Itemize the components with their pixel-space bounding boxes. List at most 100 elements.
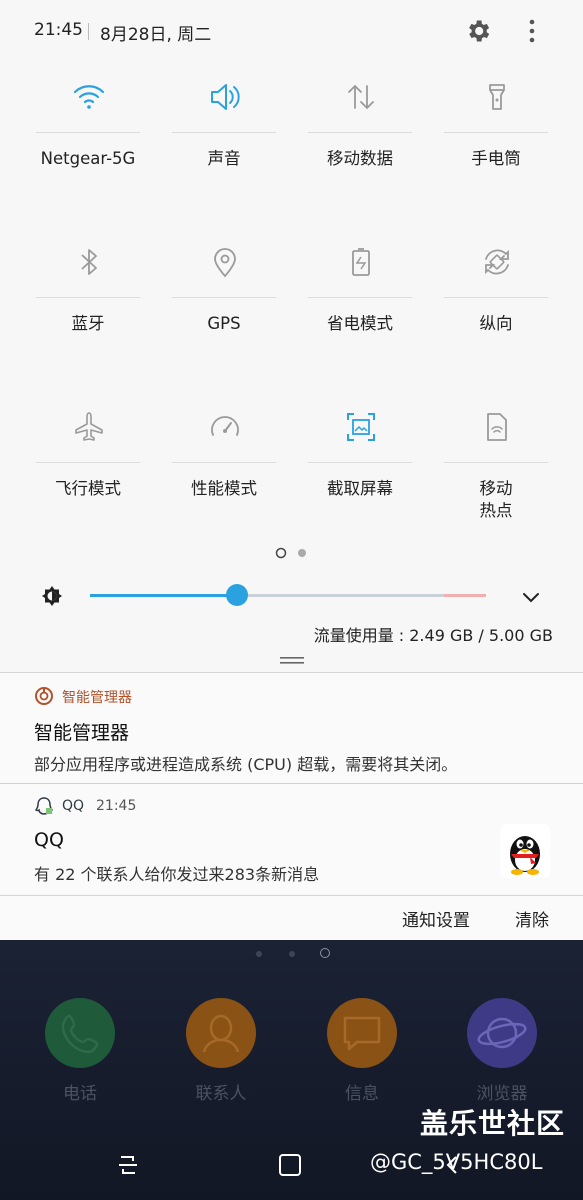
tile-divider <box>444 297 548 298</box>
notification-qq[interactable]: QQ 21:45 QQ 有 22 个联系人给你发过来283条新消息 <box>0 784 583 894</box>
gps-icon <box>214 248 236 278</box>
home-page-dot <box>256 951 262 957</box>
tile-divider <box>36 132 140 133</box>
tile-label: 截取屏幕 <box>327 479 393 498</box>
tile-divider <box>172 132 276 133</box>
tile-divider <box>172 462 276 463</box>
brightness-slider-track[interactable] <box>90 594 486 597</box>
drag-handle[interactable] <box>280 657 304 664</box>
brightness-slider-fill <box>90 594 237 597</box>
hotspot-icon <box>487 413 507 441</box>
power-saving-icon <box>352 248 370 276</box>
notification-app-name: QQ <box>62 798 85 814</box>
tile-wifi[interactable]: Netgear-5G <box>36 80 140 230</box>
notification-settings-button[interactable]: 通知设置 <box>402 906 470 931</box>
tile-screenshot[interactable]: 截取屏幕 <box>308 410 412 560</box>
app-label: 信息 <box>345 1084 379 1104</box>
recent-apps-icon[interactable] <box>115 1152 141 1178</box>
brightness-slider-warning-zone <box>444 594 486 597</box>
notification-shade: 21:45 8月28日, 周二 Netgear-5G 声音 移动数据 手电筒 蓝… <box>0 0 583 940</box>
watermark-title: 盖乐世社区 <box>420 1107 566 1140</box>
airplane-icon <box>75 412 103 441</box>
home-button-icon[interactable] <box>277 1152 303 1178</box>
wifi-icon <box>73 85 105 109</box>
home-page-dot-active <box>320 948 330 958</box>
brightness-slider-knob[interactable] <box>226 584 248 606</box>
performance-icon <box>211 416 239 436</box>
screenshot-icon <box>347 413 375 441</box>
gear-icon[interactable] <box>464 17 492 45</box>
tile-divider <box>308 132 412 133</box>
messages-icon <box>343 1016 381 1051</box>
tile-divider <box>172 297 276 298</box>
notification-title: QQ <box>34 829 64 851</box>
data-usage-text: 流量使用量 : 2.49 GB / 5.00 GB <box>313 626 553 645</box>
status-date[interactable]: 8月28日, 周二 <box>100 20 211 45</box>
chevron-down-icon[interactable] <box>520 586 542 608</box>
contacts-icon <box>202 1014 240 1053</box>
planet-icon <box>477 1017 527 1049</box>
tile-divider <box>36 462 140 463</box>
tile-label: 飞行模式 <box>55 479 121 498</box>
tile-divider <box>444 462 548 463</box>
tile-label: 手电筒 <box>471 149 521 168</box>
mobile-data-icon <box>348 84 374 110</box>
tile-hotspot[interactable]: 移动 热点 <box>444 410 548 560</box>
smart-manager-icon <box>35 687 53 705</box>
app-label: 电话 <box>63 1084 97 1104</box>
tile-label: GPS <box>207 314 241 333</box>
sound-icon <box>211 84 240 110</box>
qq-penguin-icon <box>500 824 550 878</box>
status-bar: 21:45 8月28日, 周二 <box>0 0 583 62</box>
status-divider <box>88 23 89 40</box>
tile-flashlight[interactable]: 手电筒 <box>444 80 548 230</box>
notification-text: 有 22 个联系人给你发过来283条新消息 <box>34 865 320 884</box>
watermark-handle: @GC_5V5HC80L <box>370 1150 543 1174</box>
bluetooth-icon <box>81 249 97 275</box>
status-time: 21:45 <box>34 20 83 40</box>
tile-divider <box>444 132 548 133</box>
tile-label: 移动 热点 <box>479 479 513 520</box>
tile-rotation[interactable]: 纵向 <box>444 245 548 395</box>
notification-smart-manager[interactable]: 智能管理器 智能管理器 部分应用程序或进程造成系统 (CPU) 超载，需要将其关… <box>0 673 583 783</box>
flashlight-icon <box>489 84 505 110</box>
browser-app-icon[interactable] <box>467 998 537 1068</box>
clear-button[interactable]: 清除 <box>515 906 549 931</box>
notification-title: 智能管理器 <box>34 722 130 744</box>
contacts-app-icon[interactable] <box>186 998 256 1068</box>
phone-app-icon[interactable] <box>45 998 115 1068</box>
app-label: 浏览器 <box>476 1084 528 1104</box>
rotation-icon <box>485 249 509 275</box>
more-options-icon[interactable] <box>522 17 542 45</box>
tile-label: 移动数据 <box>327 149 393 168</box>
tile-divider <box>308 297 412 298</box>
tile-divider <box>308 462 412 463</box>
tile-sound[interactable]: 声音 <box>172 80 276 230</box>
page-dot <box>298 549 306 557</box>
app-label: 联系人 <box>195 1084 247 1104</box>
tile-bluetooth[interactable]: 蓝牙 <box>36 245 140 395</box>
phone-icon <box>61 1014 99 1054</box>
tile-gps[interactable]: GPS <box>172 245 276 395</box>
tile-label: 纵向 <box>479 314 513 333</box>
tile-label: 声音 <box>207 149 241 168</box>
notification-text: 部分应用程序或进程造成系统 (CPU) 超载，需要将其关闭。 <box>34 755 458 774</box>
qq-small-icon <box>35 797 53 815</box>
notification-action-bar: 通知设置 清除 <box>0 895 583 940</box>
tile-performance[interactable]: 性能模式 <box>172 410 276 560</box>
tile-mobile-data[interactable]: 移动数据 <box>308 80 412 230</box>
tile-label: 性能模式 <box>191 479 257 498</box>
tile-label: Netgear-5G <box>40 149 136 168</box>
tile-divider <box>36 297 140 298</box>
notification-time: 21:45 <box>96 798 137 814</box>
home-page-dot <box>289 951 295 957</box>
tile-label: 蓝牙 <box>71 314 105 333</box>
messages-app-icon[interactable] <box>327 998 397 1068</box>
notification-app-name: 智能管理器 <box>62 690 132 706</box>
page-dot-active <box>275 547 287 559</box>
tile-power-saving[interactable]: 省电模式 <box>308 245 412 395</box>
tile-label: 省电模式 <box>327 314 393 333</box>
brightness-icon <box>42 586 62 606</box>
page-indicator <box>275 547 306 559</box>
tile-airplane[interactable]: 飞行模式 <box>36 410 140 560</box>
